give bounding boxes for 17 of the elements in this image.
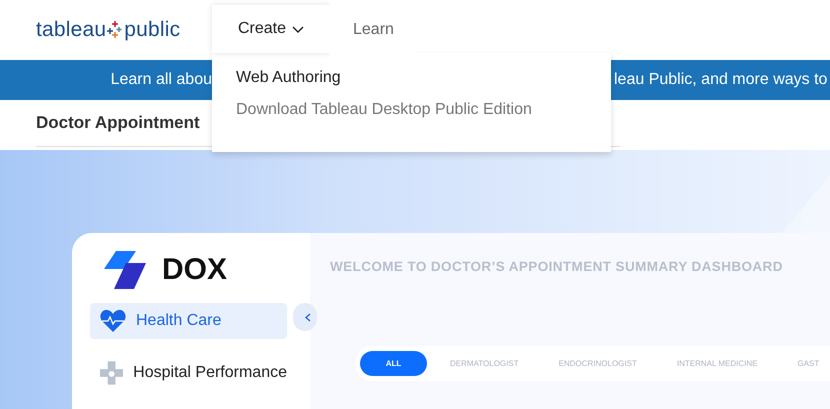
dashboard-title: WELCOME TO DOCTOR’S APPOINTMENT SUMMARY DASHBOARD — [330, 259, 784, 274]
brand-name: DOX — [162, 253, 228, 287]
tableau-public-logo[interactable]: tableau public — [36, 18, 212, 42]
banner-text: leau Public, and more ways to — [614, 71, 828, 89]
sidebar-item[interactable]: Hospital Performance — [90, 355, 287, 391]
banner-text: Learn all abou — [110, 71, 212, 89]
chevron-down-icon — [292, 26, 304, 32]
heart-pulse-icon — [100, 309, 126, 333]
collapse-button[interactable] — [293, 303, 317, 331]
filter-tab[interactable]: ALL — [360, 351, 427, 376]
sparkle-icon — [107, 21, 124, 39]
menu-item[interactable]: Web Authoring — [236, 69, 611, 87]
create-menu-button[interactable]: Create — [212, 5, 330, 53]
sidebar-item[interactable]: Health Care — [90, 303, 287, 339]
chevron-left-icon — [305, 312, 311, 322]
medical-cross-icon — [100, 361, 124, 385]
page-title: Doctor Appointment — [36, 113, 200, 133]
